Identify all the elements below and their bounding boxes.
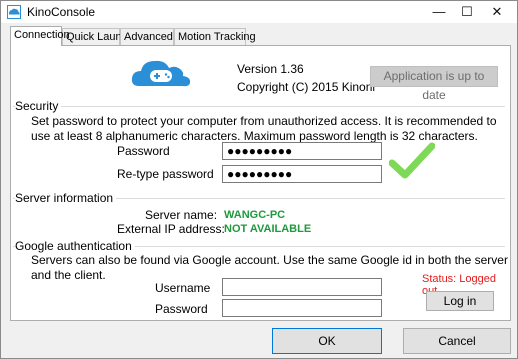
- username-field[interactable]: [222, 278, 382, 296]
- tab-connection[interactable]: Connection: [10, 26, 70, 46]
- security-description: Set password to protect your computer fr…: [31, 114, 497, 143]
- update-status-button[interactable]: Application is up to date: [370, 66, 498, 102]
- kinoconsole-window: KinoConsole — ☐ ✕ Connection Quick Launc…: [0, 0, 518, 359]
- connection-panel: Version 1.36 Copyright (C) 2015 Kinoni A…: [10, 45, 511, 321]
- username-label: Username: [155, 281, 211, 295]
- title-bar[interactable]: KinoConsole — ☐ ✕: [1, 1, 517, 23]
- server-name-value: WANGC-PC: [224, 209, 286, 221]
- security-group-title: Security: [15, 99, 62, 113]
- retype-password-label: Re-type password: [117, 167, 214, 181]
- google-password-field[interactable]: [222, 299, 382, 317]
- maximize-button[interactable]: ☐: [453, 1, 481, 23]
- tab-advanced[interactable]: Advanced: [120, 28, 174, 45]
- server-group-title: Server information: [15, 191, 117, 205]
- password-match-check-icon: [389, 142, 435, 179]
- security-divider: [13, 106, 505, 107]
- tab-motion-tracking[interactable]: Motion Tracking: [174, 28, 256, 45]
- minimize-button[interactable]: —: [425, 1, 453, 23]
- server-name-label: Server name:: [145, 208, 218, 222]
- copyright-text: Copyright (C) 2015 Kinoni: [237, 80, 376, 94]
- tab-quick-launch[interactable]: Quick Launch: [62, 28, 133, 45]
- external-ip-label: External IP address:: [117, 222, 225, 236]
- cancel-button[interactable]: Cancel: [403, 328, 511, 354]
- login-button[interactable]: Log in: [426, 291, 494, 311]
- password-field[interactable]: ●●●●●●●●●: [222, 142, 382, 160]
- password-label: Password: [117, 144, 170, 158]
- version-text: Version 1.36: [237, 62, 304, 76]
- google-group-title: Google authentication: [15, 239, 135, 253]
- close-button[interactable]: ✕: [483, 1, 511, 23]
- external-ip-value: NOT AVAILABLE: [224, 223, 312, 235]
- retype-password-field[interactable]: ●●●●●●●●●: [222, 165, 382, 183]
- kinoconsole-logo: [131, 60, 191, 87]
- app-logo-icon: [7, 5, 21, 19]
- google-password-label: Password: [155, 302, 208, 316]
- window-title: KinoConsole: [27, 5, 96, 19]
- ok-button[interactable]: OK: [272, 328, 382, 354]
